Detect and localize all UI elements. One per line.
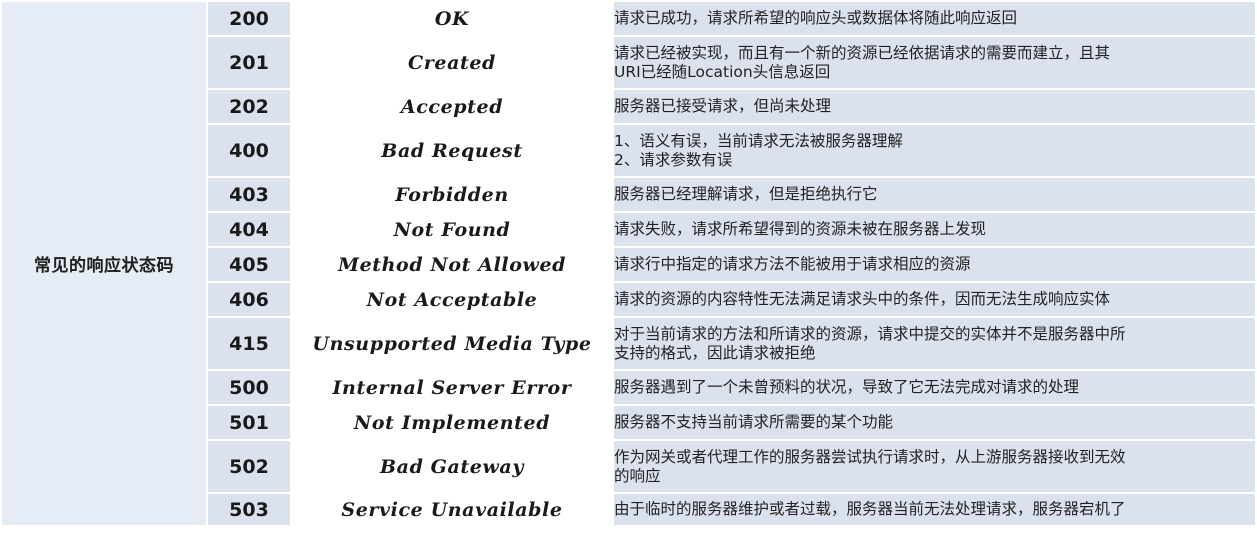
status-description: 请求已成功，请求所希望的响应头或数据体将随此响应返回 (612, 0, 1257, 37)
status-description: 请求行中指定的请求方法不能被用于请求相应的资源 (612, 246, 1257, 283)
status-code: 201 (206, 35, 292, 90)
status-code: 202 (206, 88, 292, 125)
status-code: 403 (206, 176, 292, 213)
status-description: 请求的资源的内容特性无法满足请求头中的条件，因而无法生成响应实体 (612, 281, 1257, 318)
description-line: 服务器不支持当前请求所需要的某个功能 (614, 413, 894, 431)
description-line: 1、语义有误，当前请求无法被服务器理解 (614, 131, 903, 150)
status-description: 作为网关或者代理工作的服务器尝试执行请求时，从上游服务器接收到无效 的响应 (612, 439, 1257, 494)
reason-phrase: Accepted (290, 88, 614, 125)
reason-phrase: Internal Server Error (290, 369, 614, 406)
description-line: 由于临时的服务器维护或者过载，服务器当前无法处理请求，服务器宕机了 (614, 500, 1126, 518)
description-line: 服务器已经理解请求，但是拒绝执行它 (614, 185, 878, 203)
status-code-table: 常见的响应状态码 200 OK 请求已成功，请求所希望的响应头或数据体将随此响应返回 2… (0, 0, 1257, 527)
description-line: 支持的格式，因此请求被拒绝 (614, 343, 816, 362)
status-code: 501 (206, 404, 292, 441)
status-description: 由于临时的服务器维护或者过载，服务器当前无法处理请求，服务器宕机了 (612, 492, 1257, 527)
reason-phrase: Created (290, 35, 614, 90)
description-line: 2、请求参数有误 (614, 150, 733, 169)
status-code: 400 (206, 123, 292, 178)
status-code: 500 (206, 369, 292, 406)
reason-phrase: Not Implemented (290, 404, 614, 441)
description-line: 作为网关或者代理工作的服务器尝试执行请求时，从上游服务器接收到无效 (614, 447, 1126, 466)
status-description: 1、语义有误，当前请求无法被服务器理解 2、请求参数有误 (612, 123, 1257, 178)
status-code: 405 (206, 246, 292, 283)
description-line: 请求失败，请求所希望得到的资源未被在服务器上发现 (614, 220, 987, 238)
reason-phrase: Not Acceptable (290, 281, 614, 318)
description-line: 请求行中指定的请求方法不能被用于请求相应的资源 (614, 255, 971, 273)
reason-phrase: OK (290, 0, 614, 37)
status-description: 服务器遇到了一个未曾预料的状况，导致了它无法完成对请求的处理 (612, 369, 1257, 406)
category-label: 常见的响应状态码 (0, 0, 208, 527)
status-description: 对于当前请求的方法和所请求的资源，请求中提交的实体并不是服务器中所 支持的格式，因… (612, 316, 1257, 371)
description-line: 请求已成功，请求所希望的响应头或数据体将随此响应返回 (614, 9, 1018, 27)
reason-phrase: Method Not Allowed (290, 246, 614, 283)
status-code: 503 (206, 492, 292, 527)
reason-phrase: Bad Request (290, 123, 614, 178)
reason-phrase: Not Found (290, 211, 614, 248)
status-code-table-body: 常见的响应状态码 200 OK 请求已成功，请求所希望的响应头或数据体将随此响应返回 2… (0, 0, 1257, 527)
description-line: 请求已经被实现，而且有一个新的资源已经依据请求的需要而建立，且其 (614, 43, 1111, 62)
status-code: 406 (206, 281, 292, 318)
reason-phrase: Service Unavailable (290, 492, 614, 527)
description-line: 请求的资源的内容特性无法满足请求头中的条件，因而无法生成响应实体 (614, 290, 1111, 308)
status-description: 请求已经被实现，而且有一个新的资源已经依据请求的需要而建立，且其 URI已经随Lo… (612, 35, 1257, 90)
table-row: 常见的响应状态码 200 OK 请求已成功，请求所希望的响应头或数据体将随此响应返回 (0, 0, 1257, 527)
description-line: 服务器遇到了一个未曾预料的状况，导致了它无法完成对请求的处理 (614, 378, 1080, 396)
description-line: 服务器已接受请求，但尚未处理 (614, 97, 832, 115)
status-code: 200 (206, 0, 292, 37)
reason-phrase: Forbidden (290, 176, 614, 213)
status-code: 415 (206, 316, 292, 371)
status-code: 404 (206, 211, 292, 248)
description-line: URI已经随Location头信息返回 (614, 62, 831, 81)
status-description: 服务器已接受请求，但尚未处理 (612, 88, 1257, 125)
status-description: 服务器已经理解请求，但是拒绝执行它 (612, 176, 1257, 213)
status-code: 502 (206, 439, 292, 494)
reason-phrase: Unsupported Media Type (290, 316, 614, 371)
reason-phrase: Bad Gateway (290, 439, 614, 494)
description-line: 对于当前请求的方法和所请求的资源，请求中提交的实体并不是服务器中所 (614, 324, 1126, 343)
status-description: 请求失败，请求所希望得到的资源未被在服务器上发现 (612, 211, 1257, 248)
description-line: 的响应 (614, 466, 661, 485)
status-description: 服务器不支持当前请求所需要的某个功能 (612, 404, 1257, 441)
